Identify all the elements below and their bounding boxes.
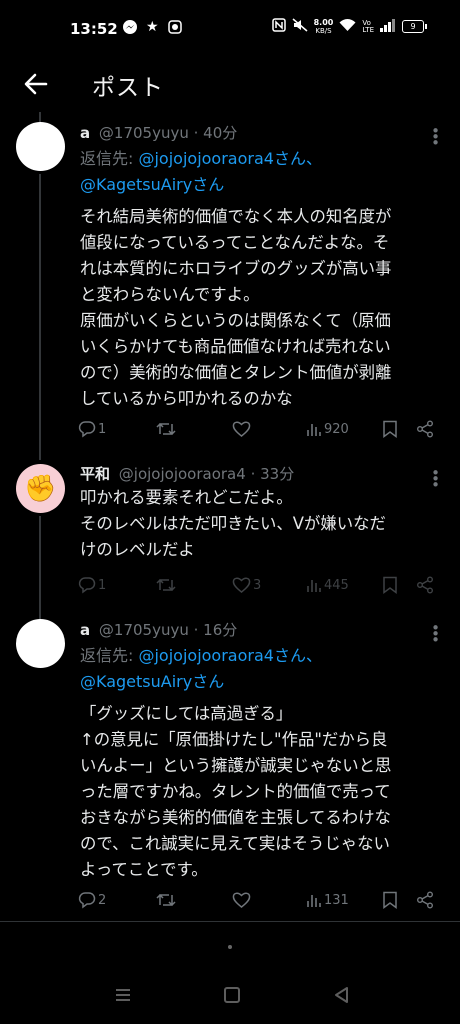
volte-icon: Vo LTE: [362, 18, 374, 34]
views-button[interactable]: 131: [306, 892, 349, 908]
reply-icon: [78, 421, 96, 438]
display-name[interactable]: a: [80, 124, 90, 142]
menu-icon: [116, 989, 130, 1001]
tweet[interactable]: • • • a @1705yuyu · 40分 返信先: @jojojojoorao…: [0, 120, 460, 460]
signal-icon: [380, 18, 396, 35]
share-button[interactable]: [416, 891, 434, 909]
views-button[interactable]: 920: [306, 421, 349, 437]
fist-avatar-icon: ✊: [24, 473, 57, 504]
divider: [0, 921, 460, 922]
reply-icon: [78, 577, 96, 594]
bar-chart-icon: [307, 580, 321, 592]
retweet-icon: [156, 578, 176, 592]
tweet-text: 「グッズにしては高過ぎる」 ↑の意見に「原価掛けたし"作品"だから良 いんよー」…: [80, 704, 392, 879]
display-name[interactable]: a: [80, 621, 90, 639]
heart-icon: [232, 421, 251, 437]
network-speed: 8.00 KB/S: [313, 17, 334, 35]
bookmark-button[interactable]: [382, 891, 398, 909]
recent-apps-button[interactable]: [114, 986, 132, 1008]
display-name[interactable]: 平和: [80, 465, 110, 483]
mention-link[interactable]: @KagetsuAiryさん: [80, 175, 224, 194]
bookmark-icon: [383, 420, 397, 438]
status-bar: 13:52 ★ 8.00 KB/S Vo LTE 9: [0, 0, 460, 58]
tweet-text: 叩かれる要素それどこだよ。 そのレベルはただ叩きたい、Vが嫌いなだ けのレベルだ…: [80, 488, 386, 559]
like-button[interactable]: [232, 891, 251, 909]
views-button[interactable]: 445: [306, 577, 349, 593]
bookmark-button[interactable]: [382, 576, 398, 594]
mention-link[interactable]: @jojojojooraora4さん、: [138, 646, 321, 665]
tweet-text: それ結局美術的価値でなく本人の知名度が 値段になっているってことなんだよな。そ …: [80, 207, 392, 408]
retweet-icon: [156, 893, 176, 907]
battery-icon: 9: [402, 20, 427, 33]
reply-to: 返信先: @jojojojooraora4さん、 @KagetsuAiryさん: [80, 646, 322, 691]
reply-button[interactable]: 1: [78, 576, 106, 594]
post-time: · 40分: [193, 124, 238, 142]
user-handle[interactable]: @jojojojooraora4: [119, 465, 246, 483]
mute-icon: [292, 18, 308, 35]
bar-chart-icon: [307, 424, 321, 436]
user-handle[interactable]: @1705yuyu: [99, 621, 189, 639]
thread-line: [39, 174, 41, 460]
system-navigation-bar: [0, 980, 460, 1024]
like-button[interactable]: 3: [232, 576, 261, 594]
reply-button[interactable]: 2: [78, 891, 106, 909]
nfc-icon: [271, 18, 286, 35]
arrow-left-icon: [20, 73, 52, 104]
home-button[interactable]: [223, 986, 241, 1008]
action-bar: 1 3 445: [78, 573, 444, 597]
user-handle[interactable]: @1705yuyu: [99, 124, 189, 142]
page-indicator: [228, 945, 232, 949]
bar-chart-icon: [307, 895, 321, 907]
bookmark-icon: [383, 576, 397, 594]
system-back-button[interactable]: [333, 986, 351, 1008]
bookmark-button[interactable]: [382, 420, 398, 438]
star-icon: ★: [146, 19, 159, 35]
retweet-icon: [156, 422, 176, 436]
tweet[interactable]: • • • a @1705yuyu · 16分 返信先: @jojojojoorao…: [0, 617, 460, 917]
tweet[interactable]: ✊ • • • 平和 @jojojojooraora4 · 33分 叩かれる要素それ…: [0, 460, 460, 620]
top-app-bar: ポスト: [0, 58, 460, 118]
retweet-button[interactable]: [156, 576, 176, 594]
thread-line: [39, 516, 41, 620]
retweet-button[interactable]: [156, 891, 176, 909]
share-button[interactable]: [416, 420, 434, 438]
wifi-icon: [339, 18, 356, 35]
avatar[interactable]: [16, 122, 65, 171]
retweet-button[interactable]: [156, 420, 176, 438]
action-bar: 1 920: [78, 417, 444, 441]
reply-to: 返信先: @jojojojooraora4さん、 @KagetsuAiryさん: [80, 149, 322, 194]
heart-icon: [232, 892, 251, 908]
share-icon: [417, 420, 433, 438]
status-time: 13:52: [70, 20, 118, 38]
mention-link[interactable]: @KagetsuAiryさん: [80, 672, 224, 691]
avatar[interactable]: ✊: [16, 464, 65, 513]
reply-button[interactable]: 1: [78, 420, 106, 438]
messenger-icon: [122, 19, 138, 39]
heart-icon: [232, 577, 251, 593]
bookmark-icon: [383, 891, 397, 909]
share-icon: [417, 891, 433, 909]
page-title: ポスト: [92, 75, 164, 101]
reply-icon: [78, 892, 96, 909]
post-time: · 33分: [250, 465, 295, 483]
action-bar: 2 131: [78, 888, 444, 912]
back-button[interactable]: [20, 68, 52, 100]
app-notification-icon: [167, 19, 183, 39]
like-button[interactable]: [232, 420, 251, 438]
mention-link[interactable]: @jojojojooraora4さん、: [138, 149, 321, 168]
post-time: · 16分: [193, 621, 238, 639]
triangle-back-icon: [335, 987, 348, 1003]
share-button[interactable]: [416, 576, 434, 594]
square-icon: [224, 987, 240, 1003]
share-icon: [417, 576, 433, 594]
avatar[interactable]: [16, 619, 65, 668]
